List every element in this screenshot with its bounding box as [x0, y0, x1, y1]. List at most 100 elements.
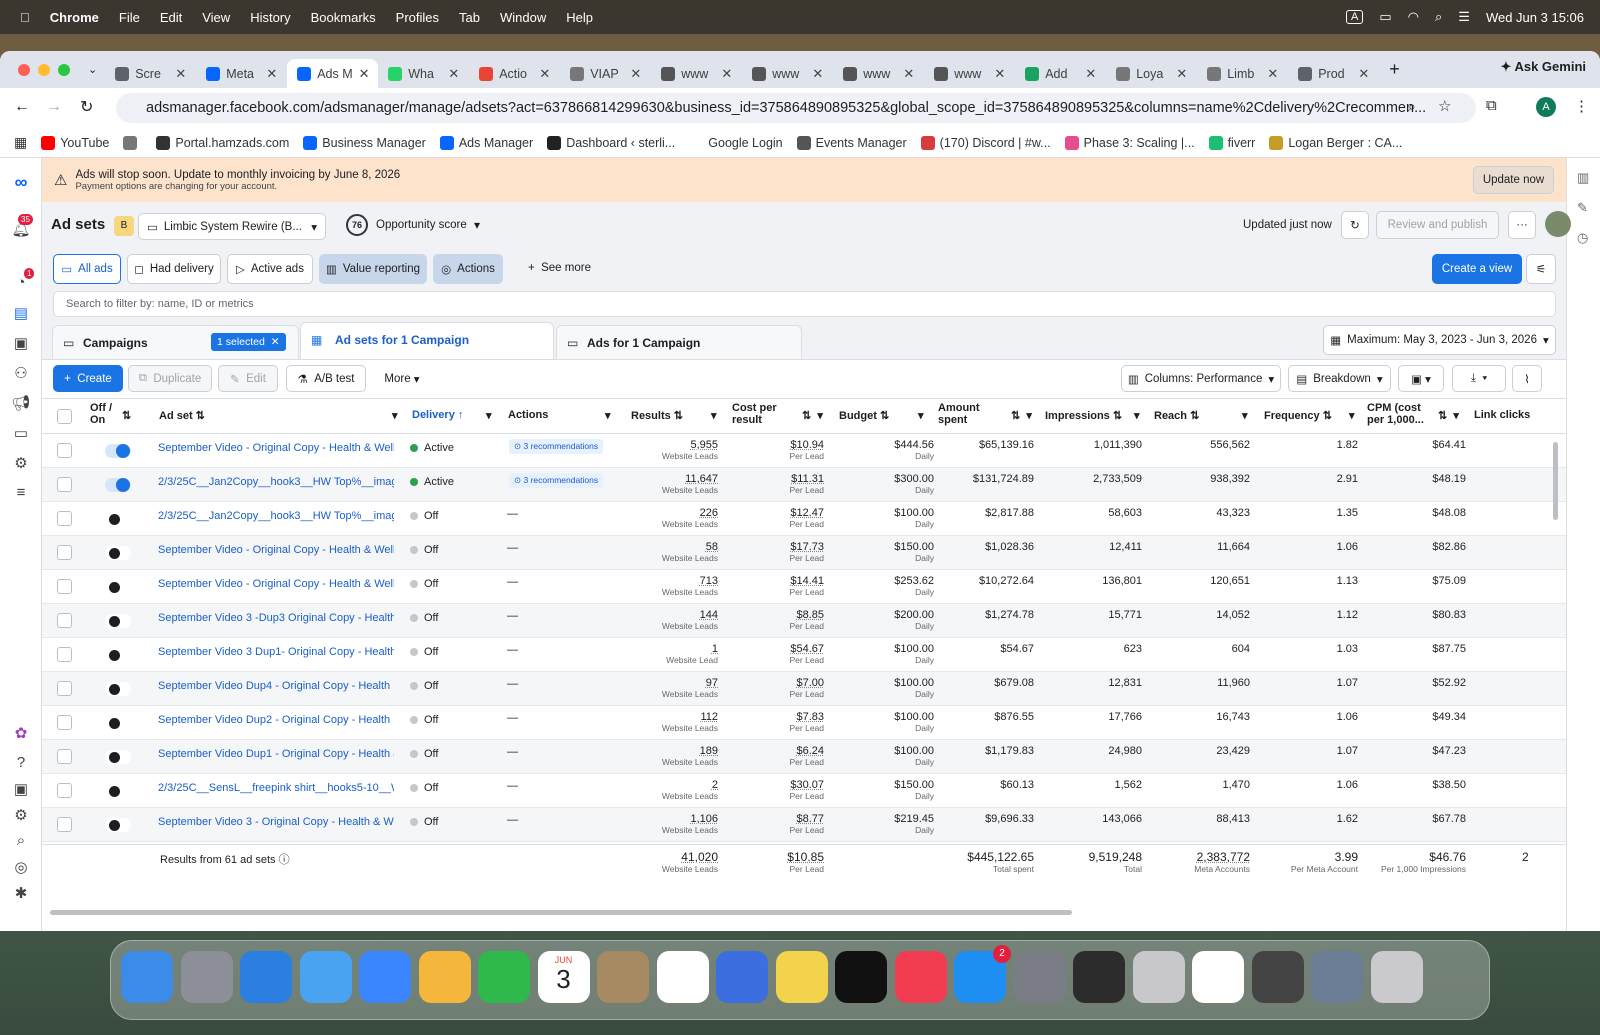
- columns-dropdown[interactable]: ▥ Columns: Performance ▾: [1121, 365, 1281, 392]
- col-budget[interactable]: Budget ⇅: [839, 409, 889, 422]
- close-window-icon[interactable]: [18, 63, 30, 76]
- update-now-button[interactable]: Update now: [1473, 166, 1554, 194]
- breakdown-dropdown[interactable]: ▤ Breakdown ▾: [1288, 365, 1391, 392]
- results-value[interactable]: 2: [602, 779, 718, 791]
- col-menu-icon[interactable]: ▾: [918, 409, 924, 422]
- on-off-toggle[interactable]: [105, 818, 131, 832]
- wifi-icon[interactable]: ◠: [1408, 9, 1419, 25]
- account-selector[interactable]: ▭ Limbic System Rewire (B... ▾: [138, 213, 326, 240]
- cpr-value[interactable]: $10.94: [732, 439, 824, 451]
- dock-app-icon[interactable]: [359, 951, 411, 1003]
- control-center-icon[interactable]: ☰: [1458, 9, 1470, 25]
- dock-app-icon[interactable]: [121, 951, 173, 1003]
- browser-tab[interactable]: Actio ✕: [469, 59, 560, 88]
- close-tab-icon[interactable]: ✕: [721, 66, 732, 82]
- row-checkbox[interactable]: [57, 579, 72, 594]
- browser-tab[interactable]: VIAP ✕: [560, 59, 651, 88]
- more-button[interactable]: More ▾: [370, 365, 434, 392]
- cpr-value[interactable]: $12.47: [732, 507, 824, 519]
- sort-icon[interactable]: ⇅ ▾: [1011, 409, 1032, 422]
- results-value[interactable]: 11,647: [602, 473, 718, 485]
- on-off-toggle[interactable]: [105, 580, 131, 594]
- bookmark-item[interactable]: Ads Manager: [439, 135, 533, 150]
- bookmark-item[interactable]: (170) Discord | #w...: [920, 135, 1051, 150]
- all-tools-icon[interactable]: ≡: [11, 484, 31, 504]
- extensions-icon[interactable]: ⧉: [1486, 97, 1497, 114]
- col-delivery[interactable]: Delivery ↑: [412, 409, 463, 421]
- close-tab-icon[interactable]: ✕: [903, 66, 914, 82]
- table-row[interactable]: September Video Dup1 - Original Copy - H…: [42, 740, 1566, 774]
- filter-all-ads[interactable]: ▭ All ads: [53, 254, 121, 284]
- results-value[interactable]: 5,955: [602, 439, 718, 451]
- adset-name-link[interactable]: September Video 3 - Original Copy - Heal…: [158, 816, 394, 844]
- reports-dropdown[interactable]: ▣ ▾: [1398, 365, 1444, 392]
- total-reach-value[interactable]: 2,383,772: [1150, 850, 1250, 864]
- tab-campaigns[interactable]: ▭ Campaigns 1 selected ✕: [52, 325, 299, 359]
- col-menu-icon[interactable]: ▾: [1242, 409, 1248, 422]
- menu-edit[interactable]: Edit: [160, 10, 182, 25]
- filter-actions[interactable]: ◎ Actions: [433, 254, 503, 284]
- on-off-toggle[interactable]: [105, 614, 131, 628]
- col-menu-icon[interactable]: ▾: [392, 409, 398, 422]
- col-menu-icon[interactable]: ▾: [605, 409, 611, 422]
- table-row[interactable]: September Video 3 -Dup3 Original Copy - …: [42, 604, 1566, 638]
- bookmark-item[interactable]: Phase 3: Scaling |...: [1064, 135, 1195, 150]
- bookmark-item[interactable]: Google Login: [689, 135, 783, 150]
- browser-tab[interactable]: Prod ✕: [1288, 59, 1379, 88]
- browser-tab[interactable]: Add ✕: [1015, 59, 1106, 88]
- opportunity-score-label[interactable]: Opportunity score: [376, 219, 467, 231]
- date-range-picker[interactable]: ▦ Maximum: May 3, 2023 - Jun 3, 2026 ▾: [1323, 325, 1556, 355]
- row-checkbox[interactable]: [57, 613, 72, 628]
- on-off-toggle[interactable]: [105, 648, 131, 662]
- dock-app-icon[interactable]: [1311, 951, 1363, 1003]
- close-tab-icon[interactable]: ✕: [630, 66, 641, 82]
- table-row[interactable]: September Video 3 - Original Copy - Heal…: [42, 808, 1566, 842]
- audiences-icon[interactable]: ⚇: [11, 364, 31, 384]
- results-value[interactable]: 226: [602, 507, 718, 519]
- minimize-window-icon[interactable]: [38, 63, 50, 76]
- bookmark-item[interactable]: Portal.hamzads.com: [156, 135, 289, 150]
- col-actions[interactable]: Actions: [508, 409, 548, 421]
- cpr-value[interactable]: $11.31: [732, 473, 824, 485]
- row-checkbox[interactable]: [57, 715, 72, 730]
- menu-bookmarks[interactable]: Bookmarks: [311, 10, 376, 25]
- browser-tab[interactable]: Wha ✕: [378, 59, 469, 88]
- apple-icon[interactable]: : [20, 10, 30, 25]
- review-publish-button[interactable]: Review and publish: [1376, 211, 1499, 239]
- bookmark-star-icon[interactable]: ☆: [1438, 97, 1451, 115]
- calendar-app-icon[interactable]: JUN 3: [537, 951, 590, 1003]
- cpr-value[interactable]: $30.07: [732, 779, 824, 791]
- edit-button[interactable]: ✎ Edit: [218, 365, 278, 392]
- horizontal-scrollbar[interactable]: [50, 910, 1072, 915]
- close-tab-icon[interactable]: ✕: [1358, 66, 1369, 82]
- vertical-scrollbar[interactable]: [1553, 442, 1558, 520]
- results-value[interactable]: 1,106: [602, 813, 718, 825]
- ab-test-button[interactable]: ⚗ A/B test: [286, 365, 366, 392]
- table-row[interactable]: 2/3/25C__SensL__freepink shirt__hooks5-1…: [42, 774, 1566, 808]
- on-off-toggle[interactable]: [105, 512, 131, 526]
- browser-tab[interactable]: www ✕: [651, 59, 742, 88]
- dock-app-icon[interactable]: [1132, 951, 1185, 1003]
- browser-tab[interactable]: Limb ✕: [1197, 59, 1288, 88]
- close-tab-icon[interactable]: ✕: [1176, 66, 1187, 82]
- see-more-button[interactable]: + See more: [528, 262, 591, 274]
- table-row[interactable]: September Video - Original Copy - Health…: [42, 536, 1566, 570]
- cpr-value[interactable]: $17.73: [732, 541, 824, 553]
- table-row[interactable]: 2/3/25C__Jan2Copy__hook3__HW Top%__image…: [42, 468, 1566, 502]
- results-value[interactable]: 1: [602, 643, 718, 655]
- gemini-button[interactable]: ✦ Ask Gemini: [1500, 59, 1586, 75]
- row-checkbox[interactable]: [57, 443, 72, 458]
- cpr-value[interactable]: $7.83: [732, 711, 824, 723]
- row-checkbox[interactable]: [57, 783, 72, 798]
- export-dropdown[interactable]: ⤓ ▾: [1452, 365, 1506, 392]
- clock[interactable]: Wed Jun 3 15:06: [1486, 10, 1584, 25]
- dock-app-icon[interactable]: [775, 951, 828, 1003]
- close-tab-icon[interactable]: ✕: [266, 66, 277, 82]
- col-frequency[interactable]: Frequency ⇅: [1264, 409, 1332, 422]
- close-tab-icon[interactable]: ✕: [812, 66, 823, 82]
- bookmark-item[interactable]: fiverr: [1208, 135, 1255, 150]
- dock-app-icon[interactable]: [597, 951, 649, 1003]
- charts-button[interactable]: ⌇: [1512, 365, 1542, 392]
- refresh-button[interactable]: ↻: [1341, 211, 1369, 239]
- url-bar[interactable]: adsmanager.facebook.com/adsmanager/manag…: [116, 93, 1476, 123]
